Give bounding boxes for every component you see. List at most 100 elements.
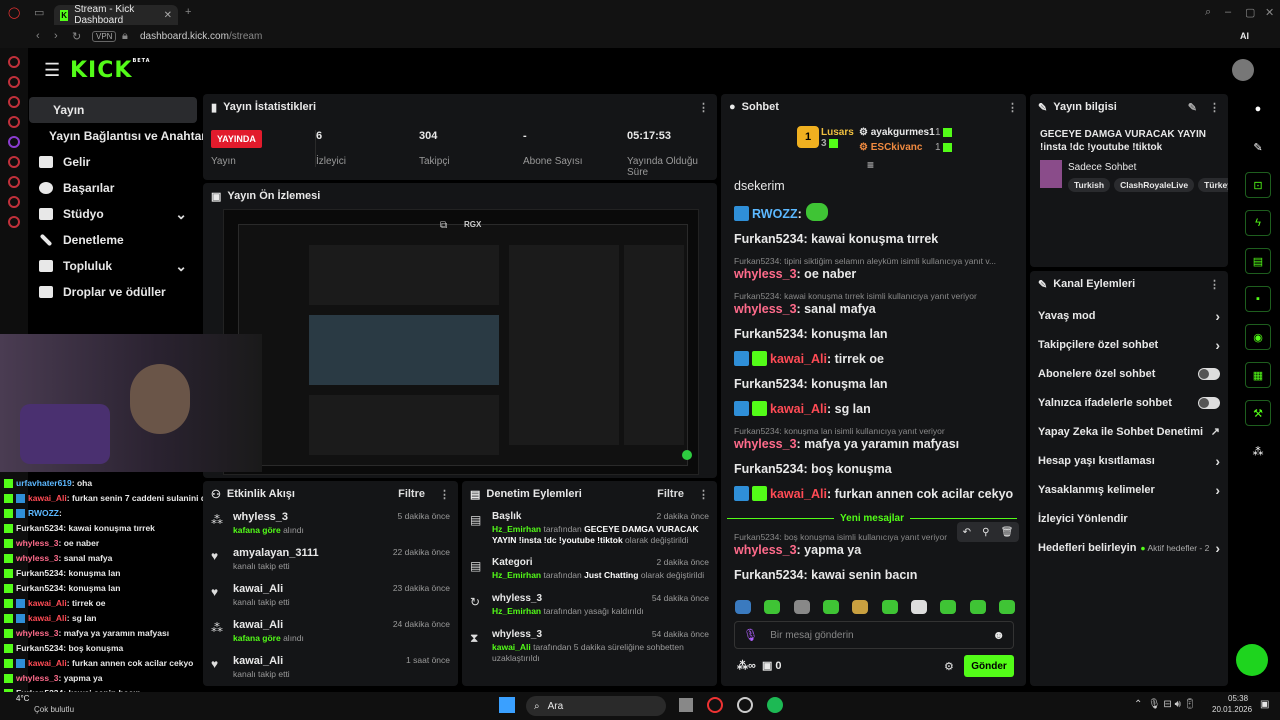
filter-button[interactable]: Filtre xyxy=(398,488,425,500)
chat-message[interactable]: Furkan5234: kawai konuşma tırrek xyxy=(734,231,1018,247)
nav-item-yayin[interactable]: Yayın xyxy=(29,97,197,123)
chat-username[interactable]: kawai_Ali xyxy=(770,402,827,416)
picture-in-picture-icon[interactable]: ⧉ xyxy=(440,220,447,231)
chat-message[interactable]: Furkan5234: boş konuşma xyxy=(734,461,1018,477)
emote-icon[interactable] xyxy=(998,600,1015,614)
channel-action-row[interactable]: Yasaklanmış kelimeler › xyxy=(1030,475,1228,504)
file-explorer-icon[interactable] xyxy=(679,698,693,712)
channel-points[interactable]: ⁂∞ ▣ 0 xyxy=(737,659,782,672)
channel-action-row[interactable]: Yavaş mod › xyxy=(1030,301,1228,330)
chat-message[interactable]: kawai_Ali: furkan annen cok acilar cekyo xyxy=(734,486,1018,502)
chat-username[interactable]: Furkan5234 xyxy=(734,377,803,391)
emote-icon[interactable] xyxy=(764,600,781,614)
obs-icon[interactable] xyxy=(737,697,753,713)
more-icon[interactable]: ⋮ xyxy=(698,101,709,114)
more-icon[interactable]: ⋮ xyxy=(698,488,709,501)
chat-message[interactable]: Furkan5234: kawai konuşma tırrek isimli … xyxy=(734,291,1018,317)
edit-icon[interactable]: ✎ xyxy=(1245,134,1271,160)
emote-icon[interactable] xyxy=(822,600,839,614)
back-icon[interactable]: ‹ xyxy=(36,30,40,42)
activity-item[interactable]: ♥ amyalayan_3111 kanalı takip etti 22 dakik… xyxy=(203,543,458,579)
nav-item-topluluk[interactable]: Topluluk ⌄ xyxy=(29,253,197,279)
sidebar-app-icon[interactable] xyxy=(8,116,20,128)
chat-username[interactable]: kawai_Ali xyxy=(770,352,827,366)
url-text[interactable]: dashboard.kick.com/stream xyxy=(140,31,262,42)
broadcast-icon[interactable]: ◉ xyxy=(1245,324,1271,350)
windows-start-icon[interactable] xyxy=(499,697,515,713)
maximize-icon[interactable]: ▢ xyxy=(1245,6,1255,19)
chat-username[interactable]: whyless_3 xyxy=(734,543,797,557)
emote-icon[interactable] xyxy=(940,600,957,614)
more-icon[interactable]: ⋮ xyxy=(1007,101,1018,114)
twitch-icon[interactable] xyxy=(8,136,20,148)
kick-logo[interactable]: KICKBETA xyxy=(70,58,151,83)
lightning-icon[interactable]: ϟ xyxy=(1245,210,1271,236)
emote-icon[interactable] xyxy=(969,600,986,614)
collapse-icon[interactable]: ≡ xyxy=(867,158,874,172)
chat-username[interactable]: whyless_3 xyxy=(734,267,797,281)
sidebar-app-icon[interactable] xyxy=(8,76,20,88)
nav-item-denetleme[interactable]: Denetleme xyxy=(29,227,197,253)
more-icon[interactable]: ⋮ xyxy=(1209,101,1220,114)
chat-input[interactable]: 🎙︎ Bir mesaj gönderin ☻ xyxy=(734,621,1014,649)
chat-message[interactable]: kawai_Ali: sg lan xyxy=(734,401,1018,417)
emote-icon[interactable] xyxy=(793,600,810,614)
chat-username[interactable]: whyless_3 xyxy=(734,437,797,451)
tray-icons[interactable]: ⌃ 🎙︎ ⊟ 🔊︎ 🔋︎ xyxy=(1134,699,1196,710)
delete-icon[interactable]: 🗑︎ xyxy=(1001,527,1014,538)
layout-icon[interactable]: ▦ xyxy=(1245,362,1271,388)
minimize-icon[interactable]: – xyxy=(1225,6,1231,18)
browser-tab[interactable]: K Stream - Kick Dashboard ✕ xyxy=(54,4,178,26)
chat-username[interactable]: kawai_Ali xyxy=(770,487,827,501)
emoji-icon[interactable]: ☻ xyxy=(992,628,1005,642)
taskbar-search[interactable]: ⌕ Ara xyxy=(526,696,666,716)
mod-action-item[interactable]: ⧗ whyless_3 54 dakika önce kawai_Ali tarafı… xyxy=(462,625,717,663)
nav-item-studyo[interactable]: Stüdyo ⌄ xyxy=(29,201,197,227)
chat-message[interactable]: Furkan5234: konuşma lan xyxy=(734,376,1018,392)
spotify-icon[interactable] xyxy=(767,697,783,713)
opera-taskbar-icon[interactable] xyxy=(707,697,723,713)
toggle-switch[interactable] xyxy=(1198,396,1220,409)
reply-icon[interactable]: ↶ xyxy=(963,527,971,538)
chat-message[interactable]: Furkan5234: konuşma lan xyxy=(734,326,1018,342)
chat-username[interactable]: whyless_3 xyxy=(734,302,797,316)
forward-icon[interactable]: › xyxy=(54,30,58,42)
send-button[interactable]: Gönder xyxy=(964,655,1014,677)
new-tab-icon[interactable]: + xyxy=(185,6,191,18)
chat-username[interactable]: Furkan5234 xyxy=(734,232,803,246)
more-icon[interactable]: ⋮ xyxy=(1209,278,1220,291)
sidebar-app-icon[interactable] xyxy=(8,56,20,68)
history-icon[interactable] xyxy=(8,176,20,188)
nav-item-basarilar[interactable]: Başarılar xyxy=(29,175,197,201)
search-tabs-icon[interactable]: ⌕ xyxy=(1205,6,1211,19)
mod-action-item[interactable]: ↻ whyless_3 54 dakika önce Hz_Emirhan taraf… xyxy=(462,589,717,625)
mic-icon[interactable]: 🎙︎ xyxy=(743,628,758,642)
chat-message[interactable]: Furkan5234: konuşma lan isimli kullanıcı… xyxy=(734,426,1018,452)
sidebar-app-icon[interactable] xyxy=(8,156,20,168)
wrench-icon[interactable]: ⚒ xyxy=(1245,400,1271,426)
preview-video[interactable]: ⧉ RGX xyxy=(223,209,699,475)
toggle-switch[interactable] xyxy=(1198,367,1220,380)
close-tab-icon[interactable]: ✕ xyxy=(164,10,172,21)
mod-action-item[interactable]: ▤ Başlık 2 dakika önce Hz_Emirhan tarafında… xyxy=(462,507,717,553)
weather-text[interactable]: Çok bulutlu xyxy=(34,705,74,714)
emote-icon[interactable] xyxy=(881,600,898,614)
opera-icon[interactable]: ◯ xyxy=(8,6,20,19)
sidebar-app-icon[interactable] xyxy=(8,96,20,108)
screenshot-icon[interactable]: ⊡ xyxy=(1245,172,1271,198)
info-icon[interactable]: ● xyxy=(1245,96,1271,122)
filter-button[interactable]: Filtre xyxy=(657,488,684,500)
stream-tag[interactable]: Türkey xyxy=(1198,178,1228,192)
chat-username[interactable]: Furkan5234 xyxy=(734,462,803,476)
reload-icon[interactable]: ↻ xyxy=(72,30,81,43)
chat-username[interactable]: dsekerim xyxy=(734,179,785,193)
chat-message[interactable]: Furkan5234: tipini siktiğim selamın aley… xyxy=(734,256,1018,282)
emote-icon[interactable] xyxy=(735,600,751,614)
category-name[interactable]: Sadece Sohbet xyxy=(1068,162,1136,173)
community-icon[interactable]: ⁂ xyxy=(1245,438,1271,464)
tabs-icon[interactable]: ▭ xyxy=(34,6,44,19)
notification-icon[interactable]: ▣ xyxy=(1260,699,1269,710)
chat-bubble-icon[interactable]: ▪ xyxy=(1245,286,1271,312)
activity-item[interactable]: ⁂ whyless_3 kafana göre alındı 5 dakika önc… xyxy=(203,507,458,543)
chat-username[interactable]: Furkan5234 xyxy=(734,568,803,582)
